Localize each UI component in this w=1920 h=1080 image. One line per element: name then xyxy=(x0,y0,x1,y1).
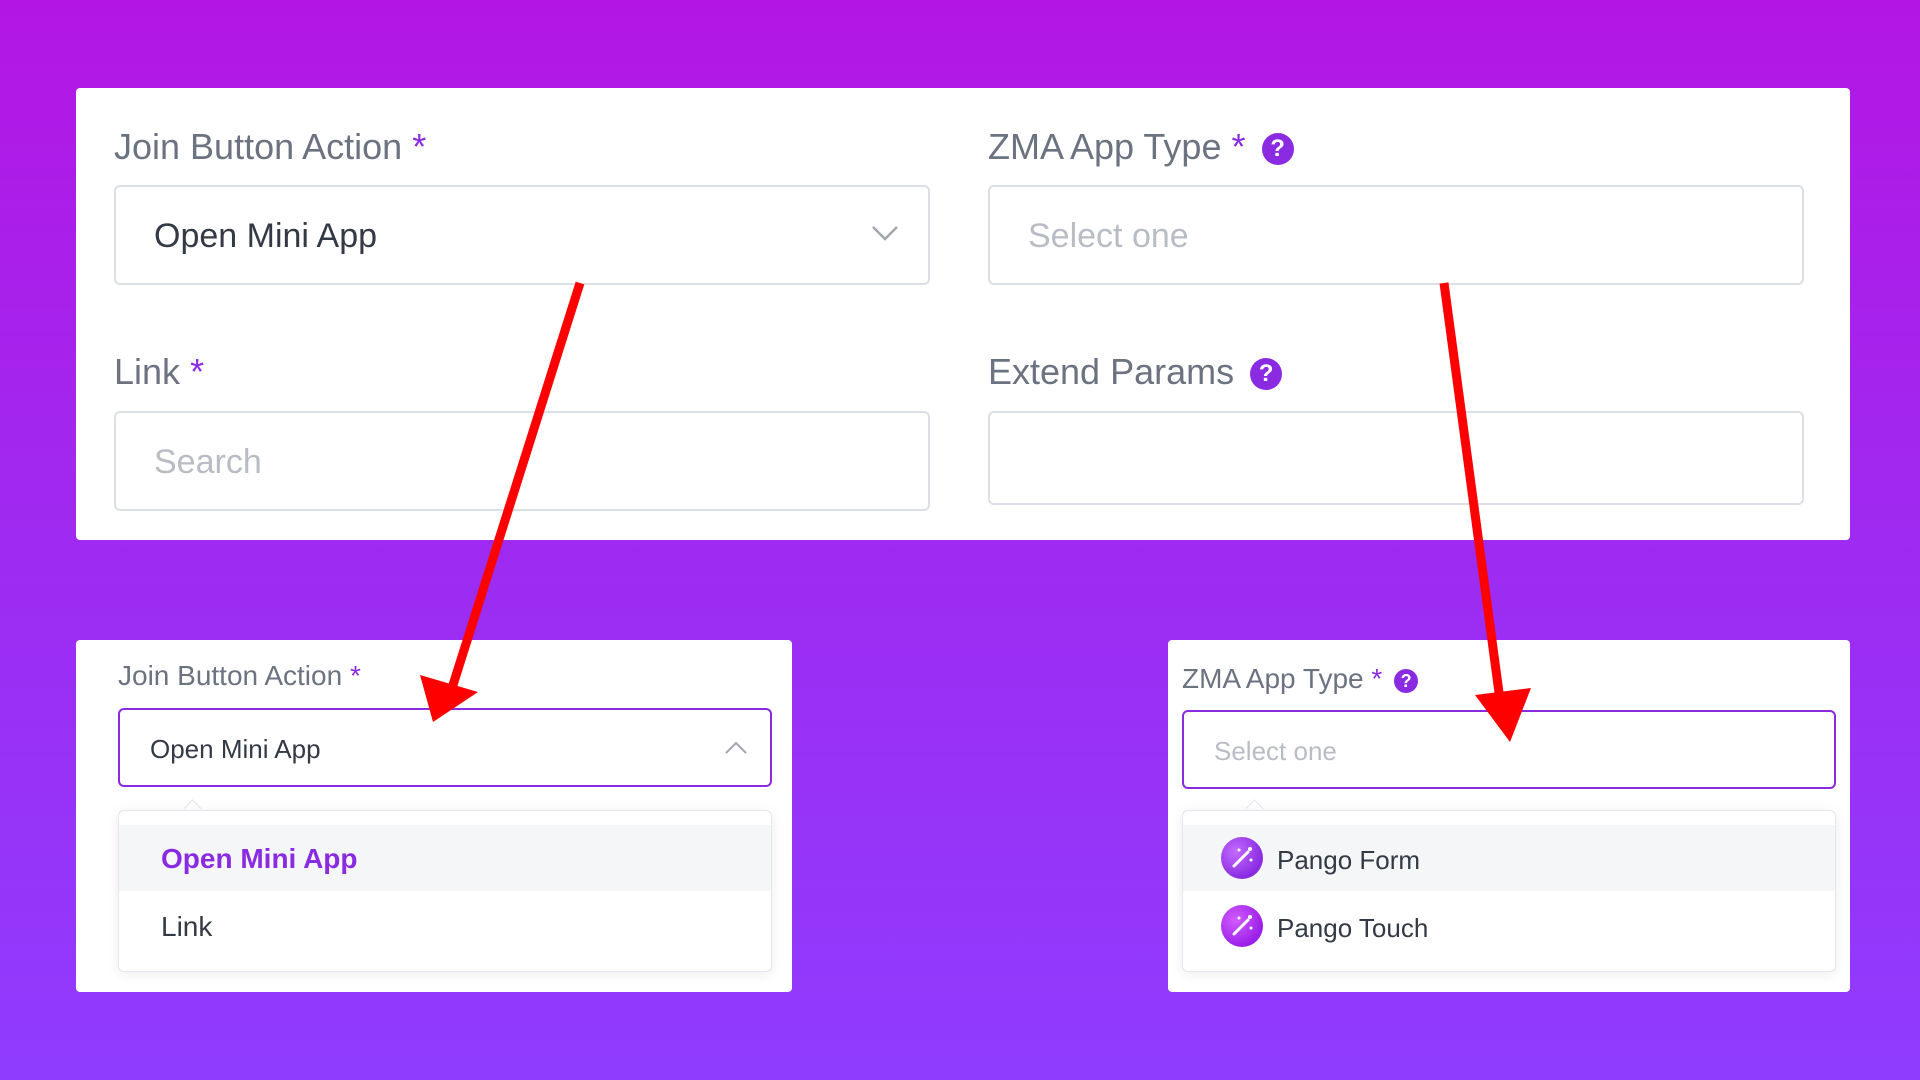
annotation-arrows xyxy=(420,281,1531,742)
arrow-left xyxy=(420,281,585,722)
arrow-right xyxy=(1439,282,1531,742)
